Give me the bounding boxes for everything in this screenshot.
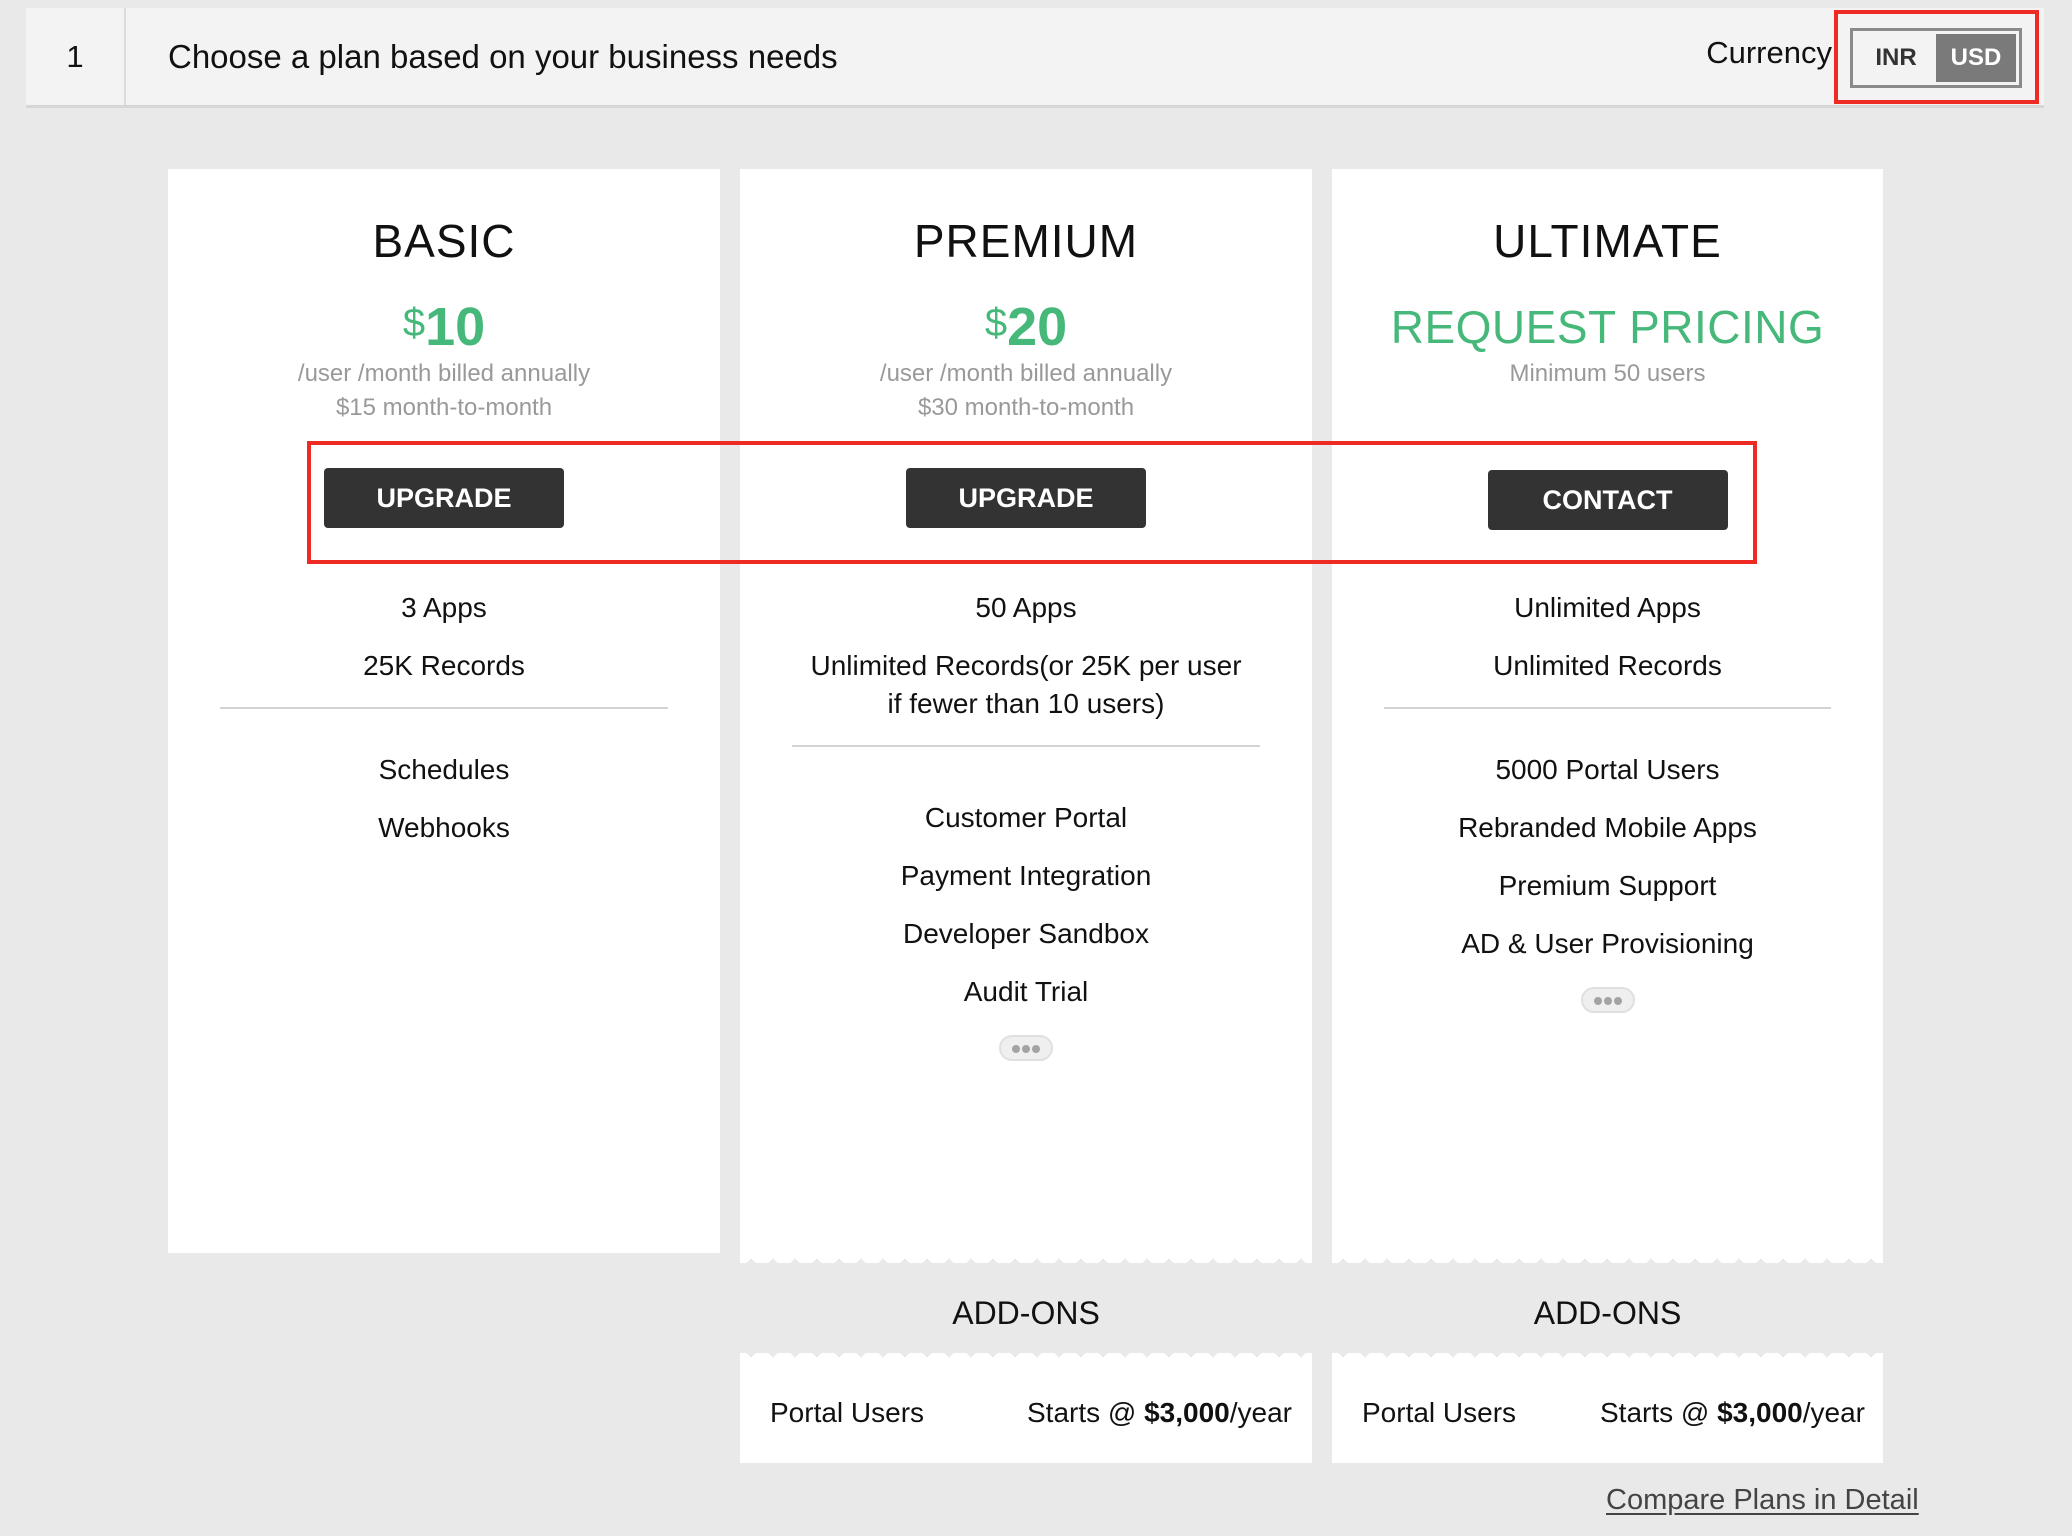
price-billing-note: /user /month billed annually [879,360,1173,387]
plan-card-ultimate: ULTIMATE REQUEST PRICING Minimum 50 user… [1332,169,1883,1263]
currency-label: Currency [1706,35,1832,70]
plan-price: $10 [168,297,720,357]
feature-item: AD & User Provisioning [1461,928,1754,959]
addon-price: Starts @ $3,000/year [1027,1397,1292,1429]
price-currency: $ [402,301,426,345]
addon-price-prefix: Starts @ [1026,1397,1145,1428]
plan-features: 3 Apps 25K Records Schedules Webhooks [168,589,720,867]
limit-item: Unlimited Apps [1514,592,1701,623]
price-minimum-note: Minimum 50 users [1509,360,1706,387]
plan-price-request: REQUEST PRICING [1390,301,1825,353]
price-billing-note: /user /month billed annually [297,360,591,387]
plan-features: 50 Apps Unlimited Records(or 25K per use… [740,589,1312,1066]
plan-card-premium: PREMIUM $20 /user /month billed annually… [740,169,1312,1263]
more-features-icon[interactable] [999,1035,1053,1061]
plan-price: $20 [740,297,1312,357]
currency-option-inr[interactable]: INR [1856,34,1936,82]
feature-item: Webhooks [378,812,510,843]
limit-item: 3 Apps [401,592,487,623]
limit-item: Unlimited Records(or 25K per user if few… [810,650,1242,719]
price-amount: 20 [1007,297,1068,357]
feature-item: Developer Sandbox [903,918,1149,949]
step-title: Choose a plan based on your business nee… [168,37,838,75]
addon-row: Portal Users Starts @ $3,000/year [740,1353,1312,1463]
addon-name: Portal Users [1362,1397,1517,1428]
zigzag-edge [1332,1353,1883,1363]
currency-option-usd[interactable]: USD [1936,34,2016,82]
zigzag-edge [740,1253,1312,1263]
addon-price: Starts @ $3,000/year [1600,1397,1865,1429]
limit-item: 50 Apps [975,592,1077,623]
price-amount: 10 [425,297,486,357]
step-header: 1 Choose a plan based on your business n… [26,8,2044,108]
upgrade-basic-button[interactable]: UPGRADE [324,468,564,528]
plan-name: BASIC [372,215,516,267]
addon-price-suffix: /year [1802,1397,1865,1428]
addon-row: Portal Users Starts @ $3,000/year [1332,1353,1883,1463]
compare-plans-link[interactable]: Compare Plans in Detail [1606,1484,1919,1517]
feature-item: Payment Integration [900,860,1152,891]
addon-price-suffix: /year [1229,1397,1292,1428]
zigzag-edge [1332,1253,1883,1263]
zigzag-edge [740,1353,1312,1363]
feature-item: Schedules [378,754,510,785]
feature-item: Audit Trial [963,976,1089,1007]
plan-name: ULTIMATE [1493,215,1722,267]
currency-toggle[interactable]: INR USD [1850,28,2022,88]
feature-item: Customer Portal [924,802,1128,833]
plan-features: Unlimited Apps Unlimited Records 5000 Po… [1332,589,1883,1018]
price-monthly-note: $15 month-to-month [335,394,553,421]
addons-title-ultimate: ADD-ONS [1533,1294,1682,1331]
feature-item: Premium Support [1498,870,1717,901]
plan-name: PREMIUM [913,215,1139,267]
upgrade-premium-button[interactable]: UPGRADE [906,468,1146,528]
feature-item: 5000 Portal Users [1495,754,1720,785]
price-monthly-note: $30 month-to-month [917,394,1135,421]
step-number: 1 [26,8,126,105]
contact-button[interactable]: CONTACT [1487,470,1728,530]
divider [1384,707,1831,709]
more-features-icon[interactable] [1580,987,1635,1013]
addon-price-prefix: Starts @ [1599,1397,1718,1428]
addon-price-value: $3,000 [1144,1397,1230,1428]
addon-name: Portal Users [770,1397,925,1428]
divider [792,745,1260,747]
feature-item: Rebranded Mobile Apps [1458,812,1757,843]
limit-item: 25K Records [363,650,525,681]
price-currency: $ [984,301,1008,345]
addon-price-value: $3,000 [1717,1397,1803,1428]
addons-title-premium: ADD-ONS [952,1294,1100,1331]
plan-card-basic: BASIC $10 /user /month billed annually $… [168,169,720,1253]
divider [220,707,668,709]
limit-item: Unlimited Records [1493,650,1722,681]
